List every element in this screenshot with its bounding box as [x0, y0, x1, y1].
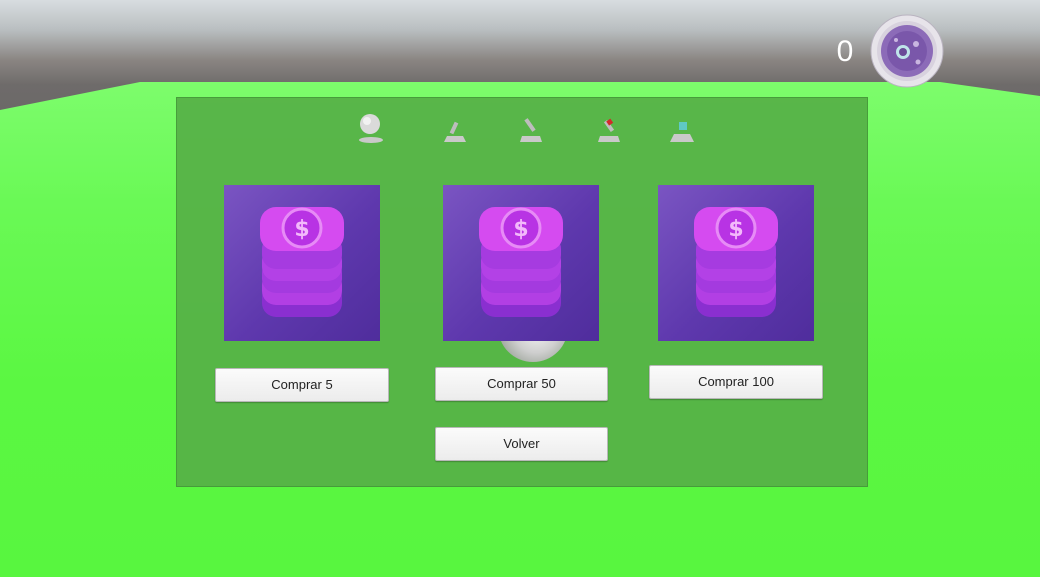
coin-stack-icon: $	[260, 207, 344, 317]
sphere-item-icon	[359, 114, 383, 143]
svg-text:$: $	[513, 217, 528, 242]
small-stick-item-icon	[444, 121, 466, 142]
buy-100-button[interactable]: Comprar 100	[649, 365, 823, 399]
coin-pack-card-5: $	[224, 185, 380, 341]
svg-text:$: $	[294, 217, 309, 242]
purple-coin-medallion-icon	[870, 14, 944, 88]
svg-text:$: $	[728, 217, 743, 242]
coin-stack-icon: $	[479, 207, 563, 317]
coin-counter: 0	[836, 35, 854, 68]
back-button[interactable]: Volver	[435, 427, 608, 461]
tilted-stick-item-icon	[520, 118, 542, 142]
red-tip-item-icon	[598, 118, 620, 142]
item-preview-row	[356, 112, 706, 148]
buy-50-button[interactable]: Comprar 50	[435, 367, 608, 401]
coin-stack-icon: $	[694, 207, 778, 317]
cyan-block-item-icon	[670, 122, 694, 142]
buy-5-button[interactable]: Comprar 5	[215, 368, 389, 402]
coin-pack-card-100: $	[658, 185, 814, 341]
coin-pack-card-50: $	[443, 185, 599, 341]
